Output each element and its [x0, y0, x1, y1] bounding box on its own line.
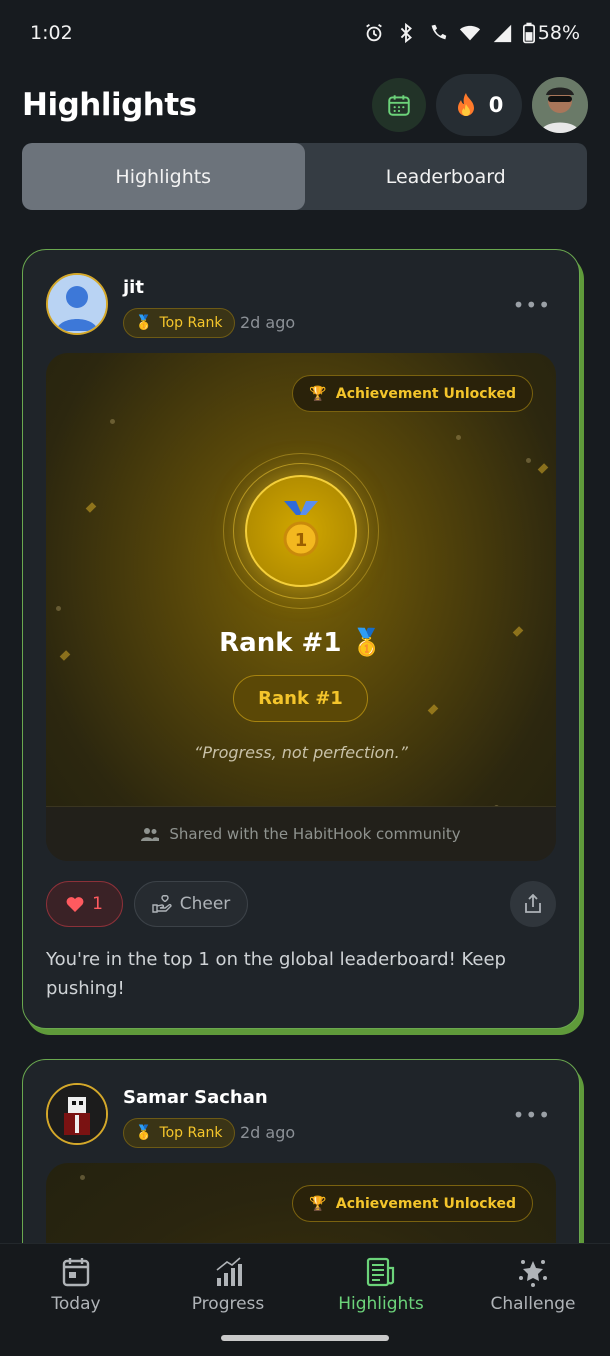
- medal-emblem: 1: [245, 475, 357, 587]
- status-time: 1:02: [30, 22, 73, 44]
- status-bar: 1:02 58%: [0, 0, 610, 66]
- post-time: 2d ago: [240, 313, 296, 332]
- cheer-button[interactable]: Cheer: [134, 881, 248, 927]
- post-time: 2d ago: [240, 1123, 296, 1142]
- streak-counter-button[interactable]: 0: [436, 74, 522, 136]
- like-button[interactable]: 1: [46, 881, 123, 927]
- medal-icon: 🥇: [135, 1125, 153, 1141]
- pixel-avatar-icon: [48, 1085, 106, 1143]
- badge-label: Top Rank: [159, 1125, 223, 1141]
- share-button[interactable]: [510, 881, 556, 927]
- more-options-icon[interactable]: •••: [513, 293, 551, 317]
- medal-icon: 🥇: [135, 315, 153, 331]
- sparkle-dot: [526, 458, 531, 463]
- top-rank-badge: 🥇 Top Rank: [123, 308, 235, 338]
- nav-highlights[interactable]: Highlights: [305, 1256, 457, 1314]
- status-icons: 58%: [363, 22, 580, 44]
- battery-icon: [522, 22, 535, 44]
- achievement-unlocked-badge: 🏆 Achievement Unlocked: [292, 1185, 533, 1222]
- gold-medal-icon: 1: [283, 501, 319, 557]
- nav-label: Today: [51, 1294, 101, 1314]
- calendar-icon: [62, 1258, 90, 1287]
- sparkle-dot: [80, 1175, 85, 1180]
- sparkle-dot: [110, 419, 115, 424]
- like-count: 1: [92, 894, 103, 914]
- user-name[interactable]: Samar Sachan: [123, 1087, 268, 1108]
- wifi-icon: [459, 25, 480, 41]
- heart-icon: [66, 897, 84, 912]
- achievement-label: Achievement Unlocked: [335, 1195, 516, 1212]
- post-header: Samar Sachan 🥇 Top Rank 2d ago •••: [46, 1083, 556, 1148]
- battery-indicator: 58%: [522, 22, 580, 44]
- post-header: jit 🥇 Top Rank 2d ago •••: [46, 273, 556, 338]
- top-rank-badge: 🥇 Top Rank: [123, 1118, 235, 1148]
- svg-text:1: 1: [295, 530, 308, 551]
- sparkle-dot: [456, 435, 461, 440]
- bluetooth-icon: [400, 22, 412, 44]
- page-title: Highlights: [22, 87, 197, 123]
- rank-pill: Rank #1: [233, 675, 368, 722]
- signal-icon: [493, 24, 511, 43]
- cheer-label: Cheer: [179, 894, 231, 914]
- share-icon: [525, 894, 541, 913]
- confetti-piece: [427, 704, 439, 715]
- default-avatar-icon: [48, 275, 106, 333]
- confetti-piece: [537, 463, 549, 474]
- more-options-icon[interactable]: •••: [513, 1103, 551, 1127]
- app-header: Highlights 0: [22, 72, 588, 138]
- streak-count: 0: [488, 93, 504, 117]
- newspaper-icon: [366, 1257, 395, 1287]
- nav-label: Challenge: [490, 1294, 576, 1314]
- nav-challenge[interactable]: Challenge: [457, 1256, 609, 1314]
- nav-progress[interactable]: Progress: [152, 1256, 304, 1314]
- tab-leaderboard[interactable]: Leaderboard: [305, 143, 588, 210]
- home-indicator[interactable]: [221, 1335, 389, 1341]
- rank-title-text: Rank #1: [219, 628, 342, 658]
- fire-icon: [457, 93, 474, 116]
- calendar-icon: [388, 95, 410, 116]
- alarm-icon: [365, 23, 382, 42]
- segmented-tabs: Highlights Leaderboard: [22, 143, 587, 210]
- trophy-icon: 🏆: [309, 385, 327, 402]
- rank-title: Rank #1 🥇: [46, 628, 556, 658]
- achievement-panel: 🏆 Achievement Unlocked 1 Rank #1 🥇 Rank …: [46, 353, 556, 861]
- user-name[interactable]: jit: [123, 277, 144, 298]
- shared-text: Shared with the HabitHook community: [169, 825, 461, 843]
- user-avatar[interactable]: [46, 273, 108, 335]
- nav-today[interactable]: Today: [0, 1256, 152, 1314]
- people-icon: [141, 828, 160, 841]
- tab-highlights[interactable]: Highlights: [22, 143, 305, 210]
- bar-chart-icon: [216, 1257, 242, 1286]
- achievement-label: Achievement Unlocked: [335, 385, 516, 402]
- header-actions: 0: [372, 74, 588, 136]
- sparkle-dot: [56, 606, 61, 611]
- nav-label: Progress: [191, 1294, 265, 1314]
- highlight-card: jit 🥇 Top Rank 2d ago ••• 🏆 Achievement …: [22, 249, 580, 1029]
- profile-photo: [532, 77, 588, 133]
- nav-label: Highlights: [338, 1294, 424, 1314]
- medal-icon: 🥇: [350, 628, 383, 658]
- achievement-unlocked-badge: 🏆 Achievement Unlocked: [292, 375, 533, 412]
- trophy-icon: 🏆: [309, 1195, 327, 1212]
- user-avatar[interactable]: [46, 1083, 108, 1145]
- star-badge-icon: [519, 1260, 547, 1287]
- cheer-hand-icon: [152, 895, 172, 913]
- battery-percent: 58%: [537, 22, 580, 44]
- post-actions: 1 Cheer: [46, 881, 556, 929]
- shared-community-bar: Shared with the HabitHook community: [46, 806, 556, 861]
- confetti-piece: [85, 502, 97, 513]
- calendar-button[interactable]: [372, 78, 426, 132]
- profile-avatar[interactable]: [532, 77, 588, 133]
- post-body: You're in the top 1 on the global leader…: [46, 949, 506, 999]
- motivational-quote: “Progress, not perfection.”: [194, 743, 408, 762]
- wifi-call-icon: [431, 24, 447, 40]
- badge-label: Top Rank: [159, 315, 223, 331]
